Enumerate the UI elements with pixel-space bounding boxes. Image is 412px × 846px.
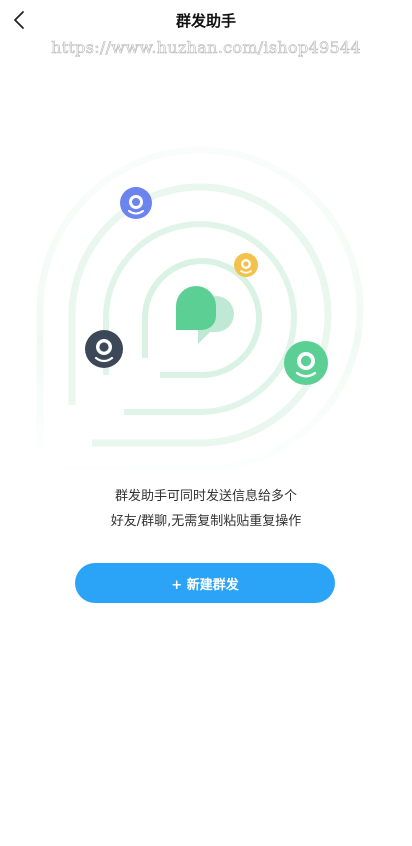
avatar-icon: [85, 330, 123, 368]
watermark-text: https://www.huzhan.com/ishop49544: [51, 38, 361, 58]
chat-bubble-icon: [176, 286, 234, 344]
avatar-icon: [284, 341, 328, 385]
page-title: 群发助手: [175, 12, 236, 30]
avatar-icon: [120, 187, 152, 219]
group-send-illustration: [0, 130, 412, 474]
description-text: 群发助手可同时发送信息给多个 好友/群聊,无需复制粘贴重复操作: [0, 484, 412, 534]
new-group-send-button[interactable]: + 新建群发: [75, 563, 335, 603]
description-line: 好友/群聊,无需复制粘贴重复操作: [110, 514, 302, 529]
description-line: 群发助手可同时发送信息给多个: [114, 489, 297, 504]
avatar-icon: [234, 253, 258, 277]
illustration-graphic: [36, 146, 364, 474]
